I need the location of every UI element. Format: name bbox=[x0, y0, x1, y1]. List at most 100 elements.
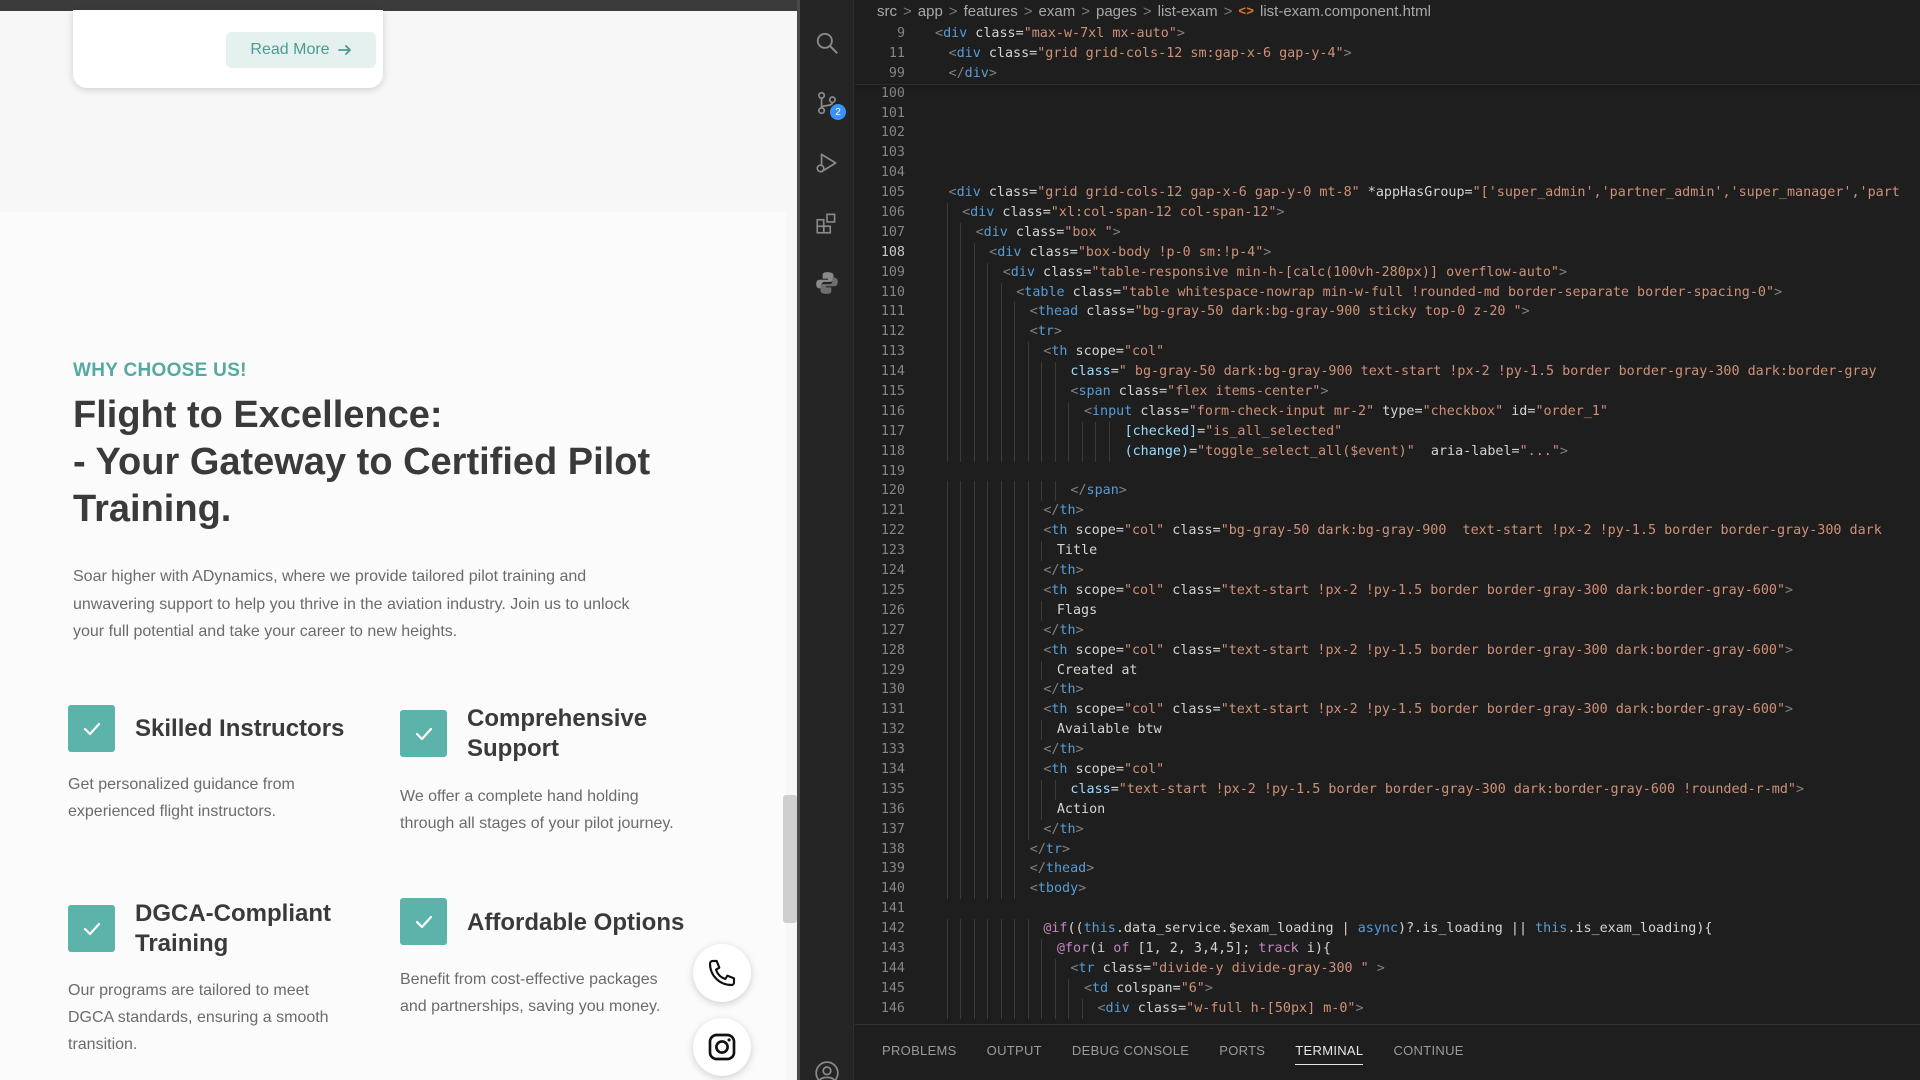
code-line[interactable]: 139 </thead> bbox=[855, 859, 1920, 880]
breadcrumb-item[interactable]: exam bbox=[1039, 3, 1076, 20]
code-line[interactable]: 132 Available btw bbox=[855, 720, 1920, 741]
code-line[interactable]: 108 <div class="box-body !p-0 sm:!p-4"> bbox=[855, 242, 1920, 263]
account-icon[interactable] bbox=[812, 1058, 842, 1080]
indent-guide bbox=[1041, 660, 1043, 681]
breadcrumb: src > app > features > exam > pages > list-exam > <>… bbox=[855, 0, 1920, 22]
breadcrumb-item[interactable]: pages bbox=[1096, 3, 1137, 20]
indent-guide bbox=[946, 222, 948, 243]
code-line[interactable]: 104 bbox=[855, 163, 1920, 183]
line-number: 137 bbox=[880, 821, 905, 837]
code-line[interactable]: 100 bbox=[855, 84, 1920, 104]
code-line[interactable]: 110 <table class="table whitespace-nowrap… bbox=[855, 282, 1920, 303]
code-line[interactable]: 121 </th> bbox=[855, 501, 1920, 522]
breadcrumb-item[interactable]: app bbox=[918, 3, 943, 20]
intro-paragraph: Soar higher with ADynamics, where we pro… bbox=[73, 563, 723, 646]
code-line[interactable]: 138 </tr> bbox=[855, 839, 1920, 860]
panel-tab-ports[interactable]: PORTS bbox=[1219, 1043, 1265, 1065]
code-line[interactable]: 114 class=" bg-gray-50 dark:bg-gray-900 t… bbox=[855, 362, 1920, 383]
search-icon[interactable] bbox=[812, 28, 842, 58]
code-line[interactable]: 102 bbox=[855, 123, 1920, 143]
indent-guide bbox=[987, 879, 989, 900]
breadcrumb-item[interactable]: src bbox=[877, 3, 897, 20]
code-line[interactable]: 106 <div class="xl:col-span-12 col-span-1… bbox=[855, 203, 1920, 223]
indent-guide bbox=[946, 680, 948, 701]
indent-guide bbox=[1054, 441, 1056, 462]
code-line[interactable]: 123 Title bbox=[855, 541, 1920, 562]
code-line[interactable]: 117 [checked]="is_all_selected" bbox=[855, 421, 1920, 442]
code-line[interactable]: 144 <tr class="divide-y divide-gray-300 "… bbox=[855, 958, 1920, 979]
code-line[interactable]: 9 <div class="max-w-7xl mx-auto"> bbox=[855, 24, 1920, 44]
line-number: 99 bbox=[888, 65, 905, 81]
code-line[interactable]: 116 <input class="form-check-input mr-2" … bbox=[855, 401, 1920, 422]
code-line[interactable]: 140 <tbody> bbox=[855, 879, 1920, 900]
feature-title-line: Affordable Options bbox=[467, 909, 685, 936]
indent-guide bbox=[987, 700, 989, 721]
code-text: <div class="max-w-7xl mx-auto"> bbox=[935, 26, 1185, 41]
code-line[interactable]: 142 @if((this.data_service.$exam_loading … bbox=[855, 919, 1920, 939]
read-more-button[interactable]: Read More bbox=[226, 32, 376, 68]
code-line[interactable]: 129 Created at bbox=[855, 660, 1920, 681]
indent-guide bbox=[1041, 441, 1043, 462]
code-line[interactable]: 11 <div class="grid grid-cols-12 sm:gap-x… bbox=[855, 43, 1920, 64]
code-line[interactable]: 130 </th> bbox=[855, 680, 1920, 701]
indent-guide bbox=[973, 262, 975, 283]
source-control-icon[interactable]: 2 bbox=[812, 88, 846, 120]
code-line[interactable]: 125 <th scope="col" class="text-start !px… bbox=[855, 580, 1920, 601]
panel-tab-problems[interactable]: PROBLEMS bbox=[882, 1043, 957, 1065]
breadcrumb-item[interactable]: list-exam bbox=[1158, 3, 1218, 20]
code-line[interactable]: 126 Flags bbox=[855, 600, 1920, 621]
code-text: <tr> bbox=[1029, 324, 1063, 340]
page-scrollbar-thumb[interactable] bbox=[783, 795, 797, 923]
code-editor[interactable]: src > app > features > exam > pages > list-exam > <>… bbox=[855, 0, 1920, 1024]
panel-tab-output[interactable]: OUTPUT bbox=[987, 1043, 1042, 1065]
code-line[interactable]: 145 <td colspan="6"> bbox=[855, 978, 1920, 999]
line-number: 11 bbox=[888, 45, 905, 61]
indent-guide bbox=[946, 938, 948, 959]
code-lines[interactable]: 9 <div class="max-w-7xl mx-auto"> 11 <div c… bbox=[855, 24, 1920, 1024]
code-line[interactable]: 143 @for(i of [1, 2, 3,4,5]; track i){ bbox=[855, 938, 1920, 959]
code-line[interactable]: 99 </div> bbox=[855, 63, 1920, 84]
extensions-icon[interactable] bbox=[812, 208, 842, 238]
code-line[interactable]: 134 <th scope="col" bbox=[855, 759, 1920, 780]
code-line[interactable]: 137 </th> bbox=[855, 819, 1920, 840]
code-line[interactable]: 131 <th scope="col" class="text-start !px… bbox=[855, 700, 1920, 721]
indent-guide bbox=[1014, 958, 1016, 979]
python-icon[interactable] bbox=[812, 268, 842, 298]
indent-guide bbox=[960, 839, 962, 860]
indent-guide bbox=[987, 680, 989, 701]
code-line[interactable]: 111 <thead class="bg-gray-50 dark:bg-gray… bbox=[855, 302, 1920, 323]
breadcrumb-file[interactable]: list-exam.component.html bbox=[1260, 3, 1431, 20]
panel-tab-terminal[interactable]: TERMINAL bbox=[1295, 1043, 1364, 1065]
code-line[interactable]: 146 <div class="w-full h-[50px] m-0"> bbox=[855, 998, 1920, 1019]
indent-guide bbox=[1014, 879, 1016, 900]
panel-tab-debug-console[interactable]: DEBUG CONSOLE bbox=[1072, 1043, 1189, 1065]
activity-bar: 2 bbox=[800, 0, 854, 1080]
code-line[interactable]: 109 <div class="table-responsive min-h-[c… bbox=[855, 262, 1920, 283]
code-line[interactable]: 122 <th scope="col" class="bg-gray-50 dar… bbox=[855, 521, 1920, 542]
code-line[interactable]: 115 <span class="flex items-center"> bbox=[855, 382, 1920, 402]
breadcrumb-item[interactable]: features bbox=[964, 3, 1018, 20]
instagram-button[interactable] bbox=[693, 1018, 751, 1076]
code-line[interactable]: 118 (change)="toggle_select_all($event)" … bbox=[855, 441, 1920, 462]
code-line[interactable]: 107 <div class="box "> bbox=[855, 222, 1920, 243]
code-line[interactable]: 105 <div class="grid grid-cols-12 gap-x-6… bbox=[855, 183, 1920, 203]
code-line[interactable]: 113 <th scope="col" bbox=[855, 342, 1920, 363]
code-text: </th> bbox=[1043, 622, 1084, 638]
call-button[interactable] bbox=[693, 944, 751, 1002]
code-line[interactable]: 141 bbox=[855, 899, 1920, 919]
code-line[interactable]: 112 <tr> bbox=[855, 322, 1920, 343]
indent-guide bbox=[1014, 600, 1016, 621]
run-debug-icon[interactable] bbox=[812, 148, 842, 178]
code-line[interactable]: 136 Action bbox=[855, 799, 1920, 820]
code-line[interactable]: 124 </th> bbox=[855, 561, 1920, 581]
panel-tab-continue[interactable]: CONTINUE bbox=[1393, 1043, 1463, 1065]
indent-guide bbox=[946, 362, 948, 383]
code-line[interactable]: 135 class="text-start !px-2 !py-1.5 borde… bbox=[855, 779, 1920, 800]
code-line[interactable]: 119 bbox=[855, 462, 1920, 482]
code-line[interactable]: 103 bbox=[855, 143, 1920, 163]
code-line[interactable]: 101 bbox=[855, 104, 1920, 124]
code-line[interactable]: 133 </th> bbox=[855, 740, 1920, 760]
code-line[interactable]: 128 <th scope="col" class="text-start !px… bbox=[855, 640, 1920, 661]
code-line[interactable]: 127 </th> bbox=[855, 620, 1920, 641]
code-line[interactable]: 120 </span> bbox=[855, 481, 1920, 502]
